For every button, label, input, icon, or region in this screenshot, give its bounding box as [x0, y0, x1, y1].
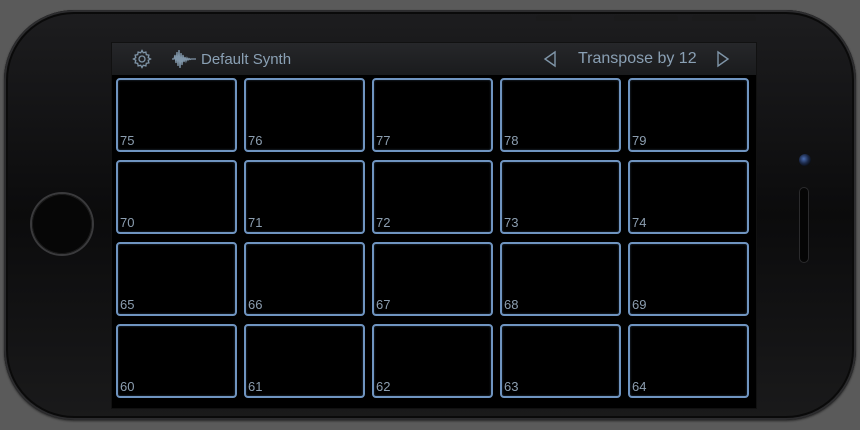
note-pad[interactable]: 66: [244, 242, 365, 316]
note-pad[interactable]: 78: [500, 78, 621, 152]
note-pad[interactable]: 65: [116, 242, 237, 316]
note-pad[interactable]: 79: [628, 78, 749, 152]
pad-note-label: 66: [248, 297, 263, 312]
front-camera: [799, 154, 811, 166]
transpose-label: Transpose by 12: [578, 50, 697, 67]
pad-note-label: 76: [248, 133, 263, 148]
note-pad[interactable]: 74: [628, 160, 749, 234]
pad-note-label: 78: [504, 133, 519, 148]
pad-note-label: 70: [120, 215, 135, 230]
pad-note-label: 75: [120, 133, 135, 148]
side-button: [536, 15, 572, 21]
pad-note-label: 69: [632, 297, 647, 312]
note-pad[interactable]: 77: [372, 78, 493, 152]
waveform-icon[interactable]: [172, 49, 196, 69]
side-button: [692, 15, 756, 21]
note-pad[interactable]: 61: [244, 324, 365, 398]
pad-note-label: 63: [504, 379, 519, 394]
triangle-right-icon[interactable]: [715, 50, 731, 68]
pad-note-label: 77: [376, 133, 391, 148]
note-pad[interactable]: 62: [372, 324, 493, 398]
pad-note-label: 73: [504, 215, 519, 230]
pad-note-label: 74: [632, 215, 647, 230]
instrument-name[interactable]: Default Synth: [201, 51, 291, 69]
home-button[interactable]: [32, 194, 92, 254]
pad-note-label: 72: [376, 215, 391, 230]
top-toolbar: Default Synth Transpose by 12: [112, 43, 756, 75]
phone-device: Default Synth Transpose by 12 75 76 77 7…: [4, 10, 856, 420]
gear-icon[interactable]: [132, 49, 152, 69]
note-pad[interactable]: 72: [372, 160, 493, 234]
note-pad[interactable]: 64: [628, 324, 749, 398]
earpiece-speaker: [800, 188, 808, 262]
app-screen: Default Synth Transpose by 12 75 76 77 7…: [112, 43, 756, 408]
pad-note-label: 61: [248, 379, 263, 394]
triangle-left-icon[interactable]: [542, 50, 558, 68]
note-pad[interactable]: 63: [500, 324, 621, 398]
pad-note-label: 71: [248, 215, 263, 230]
pad-note-label: 60: [120, 379, 135, 394]
note-pad[interactable]: 60: [116, 324, 237, 398]
note-pad[interactable]: 71: [244, 160, 365, 234]
pad-note-label: 64: [632, 379, 647, 394]
note-pad[interactable]: 70: [116, 160, 237, 234]
pad-note-label: 68: [504, 297, 519, 312]
pad-note-label: 79: [632, 133, 647, 148]
pad-note-label: 62: [376, 379, 391, 394]
note-pad[interactable]: 69: [628, 242, 749, 316]
pad-note-label: 67: [376, 297, 391, 312]
note-pad[interactable]: 67: [372, 242, 493, 316]
pad-note-label: 65: [120, 297, 135, 312]
note-pad[interactable]: 76: [244, 78, 365, 152]
note-pad[interactable]: 75: [116, 78, 237, 152]
pad-grid: 75 76 77 78 79 70 71 72 73 74 65 66 67 6…: [116, 78, 752, 405]
side-button: [614, 15, 678, 21]
note-pad[interactable]: 68: [500, 242, 621, 316]
note-pad[interactable]: 73: [500, 160, 621, 234]
